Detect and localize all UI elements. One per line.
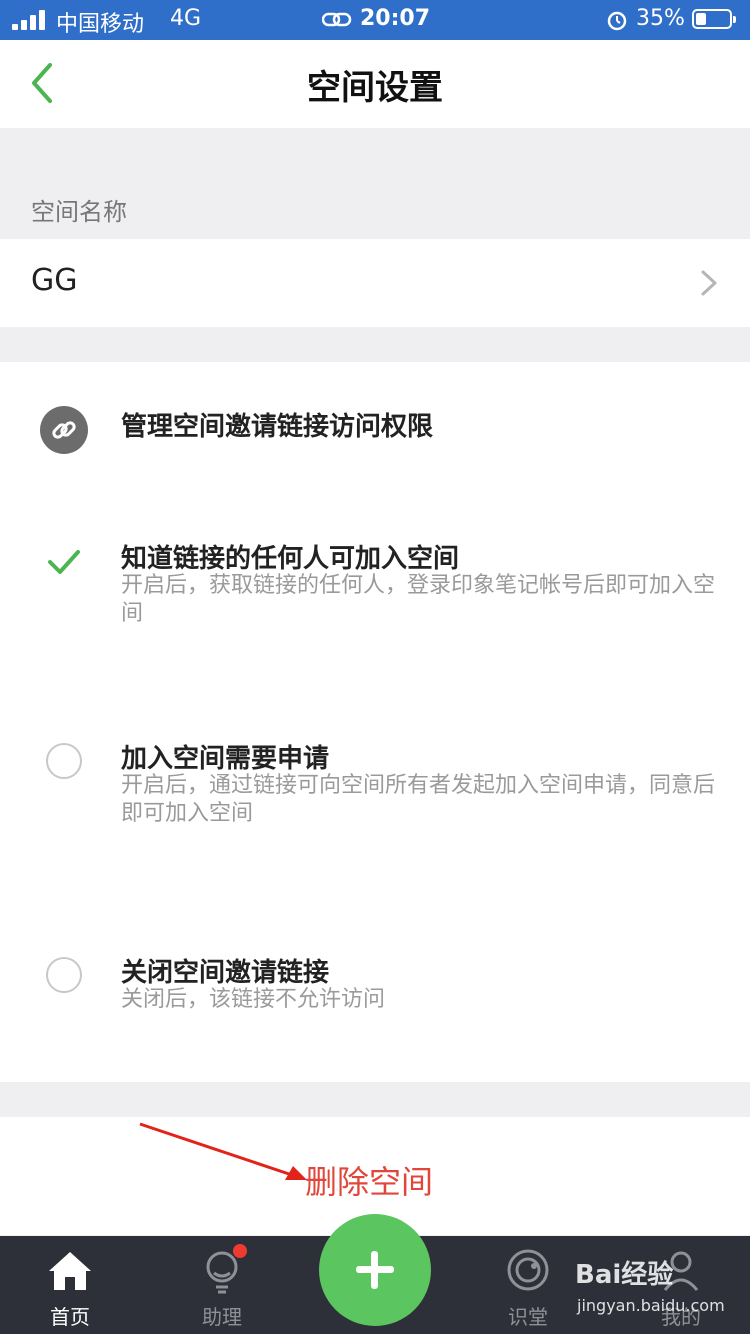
carrier-label: 中国移动	[56, 12, 145, 37]
smiley-icon	[507, 1249, 549, 1291]
delete-space-button[interactable]: 删除空间	[305, 1157, 433, 1203]
tab-learn[interactable]: 识堂	[473, 1236, 583, 1334]
watermark-url: jingyan.baidu.com	[577, 1296, 725, 1315]
page-title: 空间设置	[307, 68, 443, 108]
watermark: Bai经验 jingyan.baidu.com	[575, 1254, 735, 1324]
space-name-value: GG	[31, 263, 78, 298]
radio-button[interactable]	[46, 743, 82, 779]
signal-strength-icon	[12, 10, 48, 30]
tab-label: 识堂	[508, 1305, 548, 1329]
option-title: 知道链接的任何人可加入空间	[121, 544, 460, 574]
battery-icon	[692, 9, 736, 29]
tab-label: 首页	[50, 1305, 90, 1329]
network-label: 4G	[170, 6, 202, 31]
chevron-right-icon	[701, 270, 717, 296]
watermark-brand: Bai经验	[575, 1260, 674, 1290]
radio-button[interactable]	[46, 957, 82, 993]
permissions-header: 管理空间邀请链接访问权限	[121, 412, 434, 442]
option-description: 开启后，通过链接可向空间所有者发起加入空间申请，同意后即可加入空间	[121, 773, 716, 826]
home-icon	[49, 1252, 91, 1290]
nav-bar: 空间设置	[0, 40, 750, 128]
status-bar: 中国移动 4G 20:07 35%	[0, 0, 750, 40]
space-name-section-label: 空间名称	[31, 198, 127, 226]
notification-badge	[233, 1244, 247, 1258]
invite-link-permissions-card: 管理空间邀请链接访问权限 知道链接的任何人可加入空间 开启后，获取链接的任何人，…	[0, 362, 750, 1082]
option-title: 加入空间需要申请	[121, 744, 330, 774]
option-description: 开启后，获取链接的任何人，登录印象笔记帐号后即可加入空间	[121, 573, 716, 626]
tab-assistant[interactable]: 助理	[167, 1236, 277, 1334]
option-description: 关闭后，该链接不允许访问	[121, 987, 386, 1012]
checkmark-icon	[48, 550, 80, 574]
space-name-row[interactable]: GG	[0, 239, 750, 327]
annotation-arrow-icon	[139, 1122, 307, 1180]
tab-label: 助理	[202, 1305, 242, 1329]
add-note-button[interactable]	[319, 1214, 431, 1326]
option-title: 关闭空间邀请链接	[121, 958, 330, 988]
link-icon	[40, 406, 88, 454]
link-status-icon	[322, 12, 352, 27]
battery-percent: 35%	[636, 6, 685, 31]
clock: 20:07	[360, 6, 431, 31]
tab-home[interactable]: 首页	[15, 1236, 125, 1334]
alarm-icon	[607, 11, 627, 31]
